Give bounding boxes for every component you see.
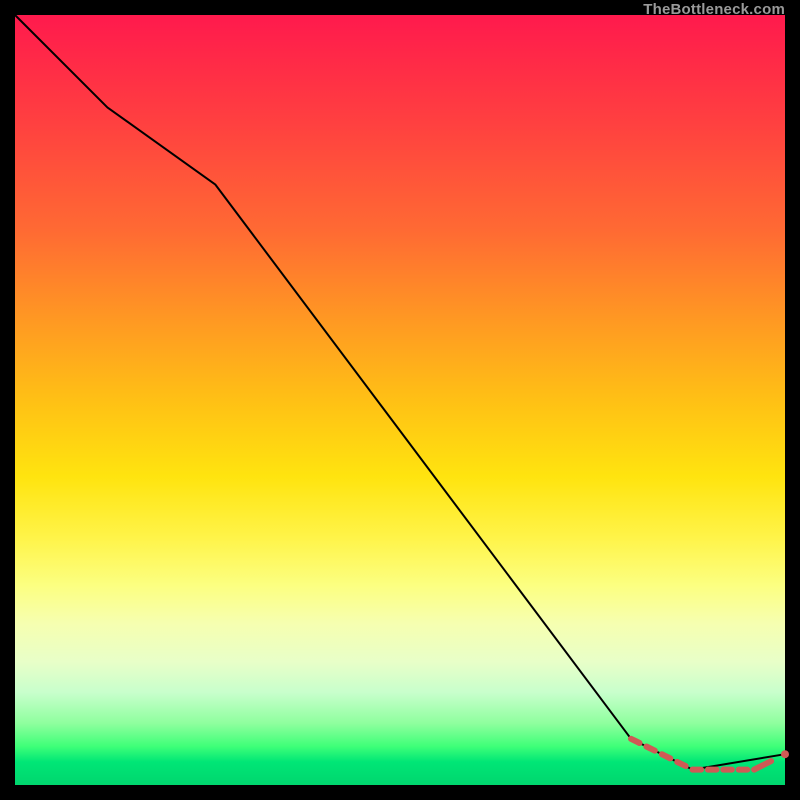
highlight-dash [677,762,686,766]
chart-frame: TheBottleneck.com [15,15,785,785]
bottleneck-curve-path [15,15,785,770]
plot-area [15,15,785,785]
highlight-dash [662,754,671,758]
highlight-dash [754,761,771,770]
highlight-series [631,739,789,773]
highlight-dashes [631,739,788,773]
highlight-dash [646,747,655,751]
highlight-end-dot [781,750,789,758]
primary-series [15,15,785,770]
chart-svg [15,15,785,785]
highlight-dash [631,739,640,743]
